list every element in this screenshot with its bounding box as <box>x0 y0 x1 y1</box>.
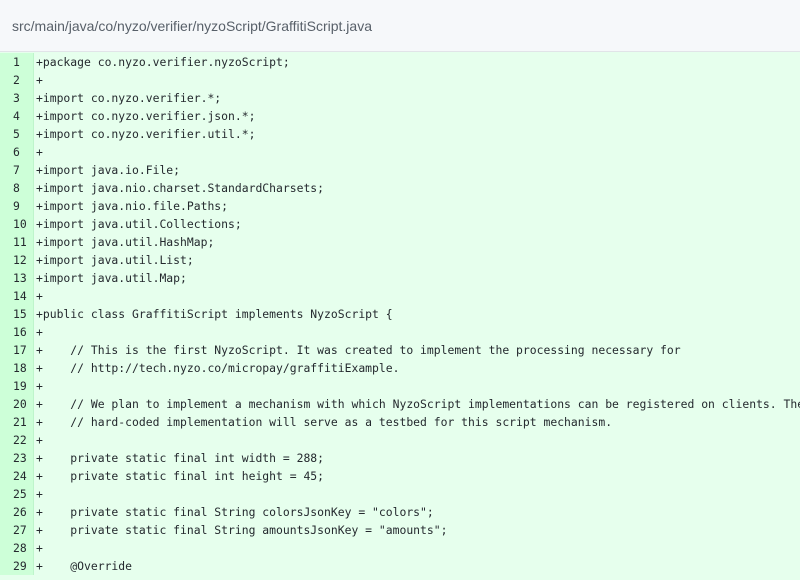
diff-line: 1 +package co.nyzo.verifier.nyzoScript; <box>0 53 800 71</box>
line-number[interactable]: 7 <box>0 161 34 179</box>
line-code: +import java.util.Map; <box>34 269 800 287</box>
diff-line: 5 +import co.nyzo.verifier.util.*; <box>0 125 800 143</box>
line-code: +import java.util.HashMap; <box>34 233 800 251</box>
line-number[interactable]: 3 <box>0 89 34 107</box>
diff-line: 10 +import java.util.Collections; <box>0 215 800 233</box>
diff-line: 25 + <box>0 485 800 503</box>
line-number[interactable]: 12 <box>0 251 34 269</box>
line-code: + <box>34 539 800 557</box>
line-code: + private static final String colorsJson… <box>34 503 800 521</box>
diff-line: 24 + private static final int height = 45… <box>0 467 800 485</box>
line-code: + private static final int width = 288; <box>34 449 800 467</box>
line-code: +import java.nio.charset.StandardCharset… <box>34 179 800 197</box>
file-path[interactable]: src/main/java/co/nyzo/verifier/nyzoScrip… <box>12 18 372 34</box>
line-number[interactable]: 24 <box>0 467 34 485</box>
line-code: + <box>34 287 800 305</box>
line-code: + <box>34 431 800 449</box>
diff-line: 8 +import java.nio.charset.StandardCharse… <box>0 179 800 197</box>
line-code: +package co.nyzo.verifier.nyzoScript; <box>34 53 800 71</box>
diff-line: 11 +import java.util.HashMap; <box>0 233 800 251</box>
diff-line: 4 +import co.nyzo.verifier.json.*; <box>0 107 800 125</box>
diff-line: 28 + <box>0 539 800 557</box>
line-number[interactable]: 22 <box>0 431 34 449</box>
line-number[interactable]: 5 <box>0 125 34 143</box>
line-code: +import co.nyzo.verifier.util.*; <box>34 125 800 143</box>
line-code: + // hard-coded implementation will serv… <box>34 413 800 431</box>
line-code: + private static final int height = 45; <box>34 467 800 485</box>
line-code: + // http://tech.nyzo.co/micropay/graffi… <box>34 359 800 377</box>
line-code: +import co.nyzo.verifier.json.*; <box>34 107 800 125</box>
line-number[interactable]: 6 <box>0 143 34 161</box>
diff-line: 13 +import java.util.Map; <box>0 269 800 287</box>
diff-line: 22 + <box>0 431 800 449</box>
line-number[interactable]: 18 <box>0 359 34 377</box>
line-number[interactable]: 1 <box>0 53 34 71</box>
line-code: + <box>34 323 800 341</box>
diff-line: 21 + // hard-coded implementation will se… <box>0 413 800 431</box>
diff-line: 3 +import co.nyzo.verifier.*; <box>0 89 800 107</box>
line-code: + private static final String amountsJso… <box>34 521 800 539</box>
line-code: + <box>34 485 800 503</box>
line-code: + // We plan to implement a mechanism wi… <box>34 395 800 413</box>
line-number[interactable]: 15 <box>0 305 34 323</box>
diff-line: 6 + <box>0 143 800 161</box>
line-number[interactable]: 10 <box>0 215 34 233</box>
diff-line: 18 + // http://tech.nyzo.co/micropay/graf… <box>0 359 800 377</box>
line-number[interactable]: 4 <box>0 107 34 125</box>
line-code: +import java.nio.file.Paths; <box>34 197 800 215</box>
line-code: +import co.nyzo.verifier.*; <box>34 89 800 107</box>
line-code: +import java.util.List; <box>34 251 800 269</box>
diff-line: 26 + private static final String colorsJs… <box>0 503 800 521</box>
line-code: + // This is the first NyzoScript. It wa… <box>34 341 800 359</box>
line-number[interactable]: 8 <box>0 179 34 197</box>
diff-line: 2 + <box>0 71 800 89</box>
line-number[interactable]: 9 <box>0 197 34 215</box>
line-number[interactable]: 26 <box>0 503 34 521</box>
line-number[interactable]: 11 <box>0 233 34 251</box>
diff-line: 19 + <box>0 377 800 395</box>
line-code: + @Override <box>34 557 800 575</box>
line-number[interactable]: 16 <box>0 323 34 341</box>
diff-line: 20 + // We plan to implement a mechanism … <box>0 395 800 413</box>
diff-line: 14 + <box>0 287 800 305</box>
diff-line: 27 + private static final String amountsJ… <box>0 521 800 539</box>
diff-line: 23 + private static final int width = 288… <box>0 449 800 467</box>
line-number[interactable]: 23 <box>0 449 34 467</box>
line-number[interactable]: 19 <box>0 377 34 395</box>
diff-line: 17 + // This is the first NyzoScript. It … <box>0 341 800 359</box>
line-number[interactable]: 25 <box>0 485 34 503</box>
diff-line: 16 + <box>0 323 800 341</box>
line-number[interactable]: 28 <box>0 539 34 557</box>
line-number[interactable]: 14 <box>0 287 34 305</box>
line-number[interactable]: 20 <box>0 395 34 413</box>
diff-line: 9 +import java.nio.file.Paths; <box>0 197 800 215</box>
diff-line: 29 + @Override <box>0 557 800 575</box>
diff-line: 15 +public class GraffitiScript implement… <box>0 305 800 323</box>
line-number[interactable]: 27 <box>0 521 34 539</box>
line-code: +public class GraffitiScript implements … <box>34 305 800 323</box>
line-number[interactable]: 17 <box>0 341 34 359</box>
line-number[interactable]: 2 <box>0 71 34 89</box>
file-header: src/main/java/co/nyzo/verifier/nyzoScrip… <box>0 0 800 52</box>
line-code: + <box>34 377 800 395</box>
diff-view: 1 +package co.nyzo.verifier.nyzoScript; 2 +… <box>0 52 800 580</box>
line-number[interactable]: 13 <box>0 269 34 287</box>
line-code: + <box>34 71 800 89</box>
line-number[interactable]: 29 <box>0 557 34 575</box>
line-code: +import java.io.File; <box>34 161 800 179</box>
line-number[interactable]: 21 <box>0 413 34 431</box>
diff-line: 7 +import java.io.File; <box>0 161 800 179</box>
line-code: +import java.util.Collections; <box>34 215 800 233</box>
line-code: + <box>34 143 800 161</box>
diff-line: 12 +import java.util.List; <box>0 251 800 269</box>
